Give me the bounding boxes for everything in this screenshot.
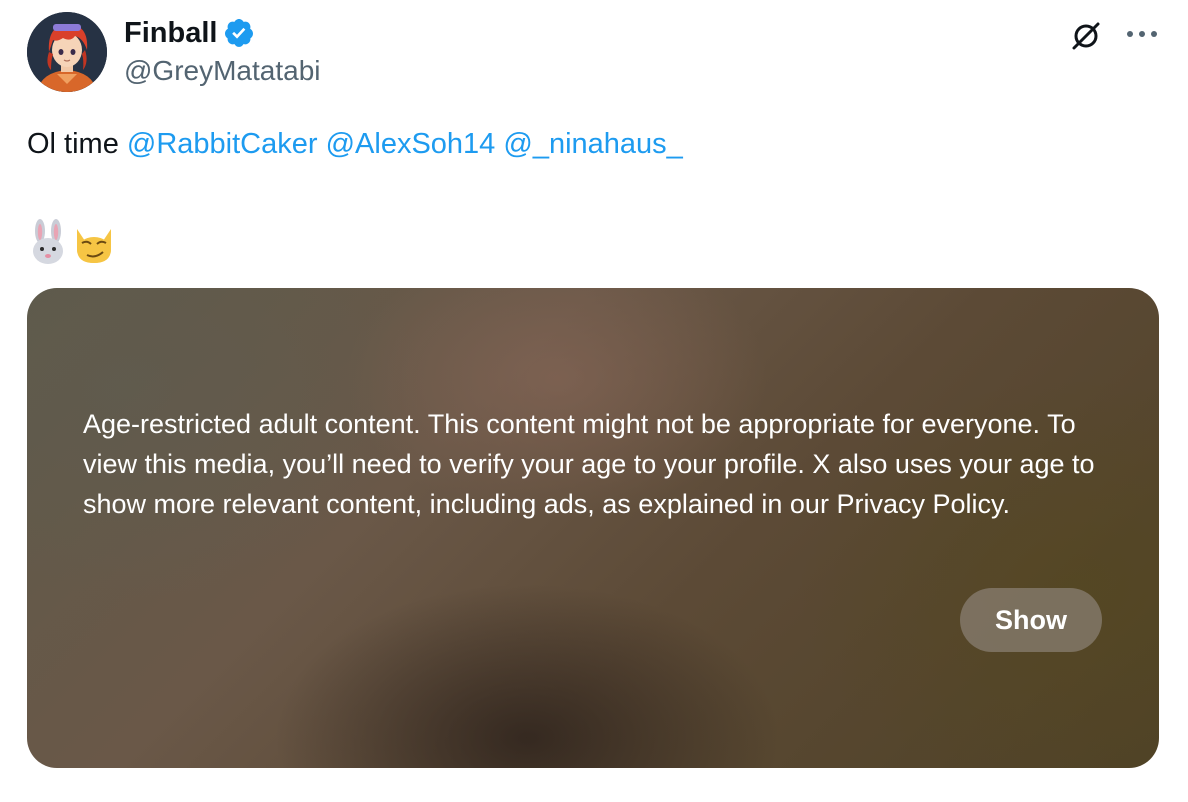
mention-link[interactable]: @AlexSoh14	[326, 128, 496, 160]
grok-button[interactable]	[1068, 18, 1104, 54]
more-options-button[interactable]	[1122, 16, 1162, 52]
avatar-image	[27, 12, 107, 92]
grok-icon	[1072, 22, 1100, 50]
smirking-cat-emoji-icon	[73, 219, 115, 265]
rabbit-face-emoji-icon	[27, 219, 69, 265]
more-horizontal-icon	[1127, 31, 1157, 37]
emoji-row	[27, 219, 115, 265]
mention-link[interactable]: @_ninahaus_	[503, 128, 682, 160]
tweet-text-prefix: Ol time	[27, 128, 127, 160]
author-display-name[interactable]: Finball	[124, 17, 217, 50]
author-handle[interactable]: @GreyMatatabi	[124, 55, 321, 87]
tweet-text: Ol time @RabbitCaker @AlexSoh14 @_ninaha…	[27, 126, 683, 162]
author-avatar[interactable]	[27, 12, 107, 92]
show-media-button[interactable]: Show	[960, 588, 1102, 652]
sensitive-media-card[interactable]: Age-restricted adult content. This conte…	[27, 288, 1159, 768]
mention-link[interactable]: @RabbitCaker	[127, 128, 318, 160]
verified-badge-icon[interactable]	[223, 17, 255, 49]
author-name-row: Finball	[124, 14, 255, 52]
age-restriction-warning: Age-restricted adult content. This conte…	[83, 409, 1095, 519]
